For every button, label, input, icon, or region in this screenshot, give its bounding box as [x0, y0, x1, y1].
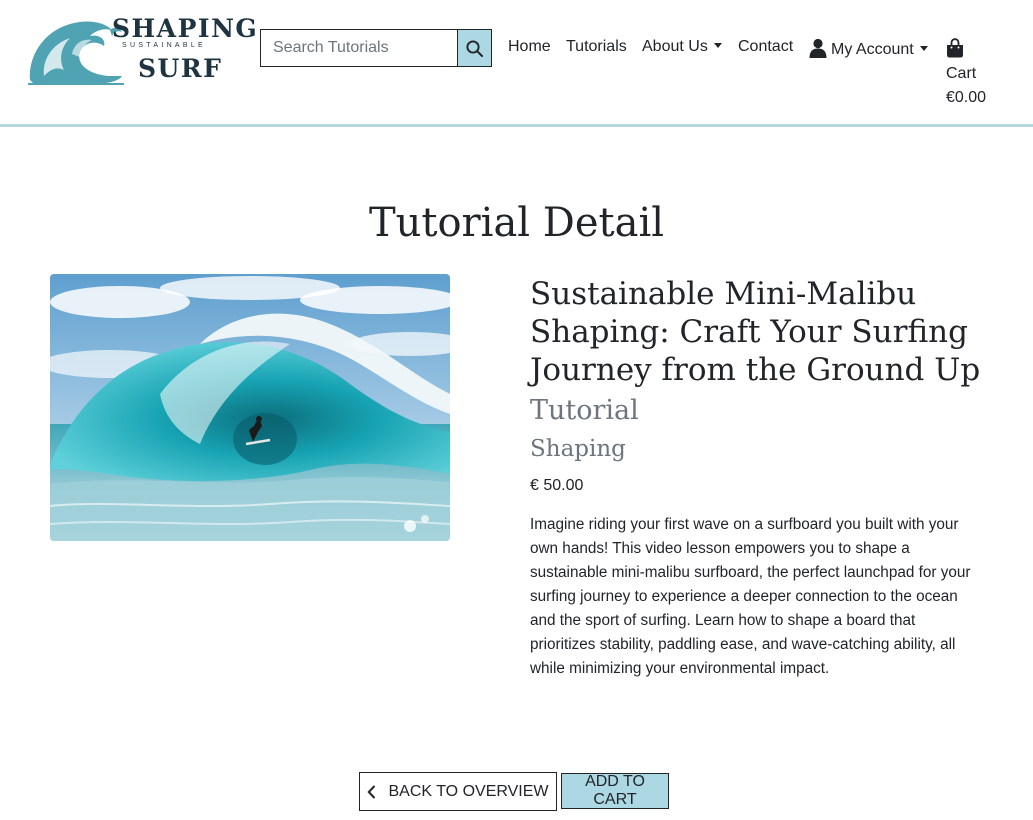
add-to-cart-button[interactable]: Add to Cart	[561, 773, 669, 809]
brand-line-3: SURF	[138, 54, 223, 83]
tutorial-description: Imagine riding your first wave on a surf…	[530, 516, 971, 677]
tutorial-image	[50, 274, 450, 541]
nav-home[interactable]: Home	[508, 38, 551, 56]
tutorial-subcategory: Shaping	[530, 436, 626, 462]
nav-about-dropdown[interactable]: About Us	[642, 38, 722, 56]
chevron-left-icon	[367, 784, 376, 799]
search-icon	[466, 39, 483, 57]
search-form	[260, 29, 492, 67]
cart-label: Cart	[946, 65, 977, 82]
brand-logo[interactable]: SHAPING SUSTAINABLE SURF	[26, 14, 257, 86]
nav-contact[interactable]: Contact	[738, 38, 793, 56]
brand-line-1: SHAPING	[112, 14, 259, 43]
cart-total: €0.00	[946, 89, 987, 106]
page-title: Tutorial Detail	[368, 200, 665, 246]
back-to-overview-label: Back to Overview	[388, 782, 549, 800]
search-input[interactable]	[260, 29, 457, 67]
shopping-bag-icon	[947, 38, 963, 58]
tutorial-category: Tutorial	[530, 395, 639, 426]
back-to-overview-button[interactable]: Back to Overview	[359, 772, 557, 811]
nav-tutorials[interactable]: Tutorials	[566, 38, 627, 56]
tutorial-price: € 50.00	[530, 477, 584, 494]
nav-account-label: My Account	[831, 41, 914, 58]
wave-logo-icon	[28, 21, 124, 85]
brand-line-2: SUSTAINABLE	[122, 42, 207, 49]
nav-about-label: About Us	[642, 38, 708, 55]
navbar: SHAPING SUSTAINABLE SURF Home Tutorials …	[0, 0, 1033, 127]
search-button[interactable]	[457, 29, 492, 67]
user-icon	[809, 38, 827, 58]
wave-barrel-photo	[50, 274, 450, 541]
tutorial-detail: Sustainable Mini-Malibu Shaping: Craft Y…	[530, 275, 1000, 681]
nav-account-dropdown[interactable]: My Account	[808, 38, 928, 59]
caret-down-icon	[919, 45, 928, 51]
tutorial-name: Sustainable Mini-Malibu Shaping: Craft Y…	[530, 276, 981, 388]
caret-down-icon	[713, 42, 722, 48]
cart-link[interactable]: Cart €0.00	[946, 38, 1006, 110]
